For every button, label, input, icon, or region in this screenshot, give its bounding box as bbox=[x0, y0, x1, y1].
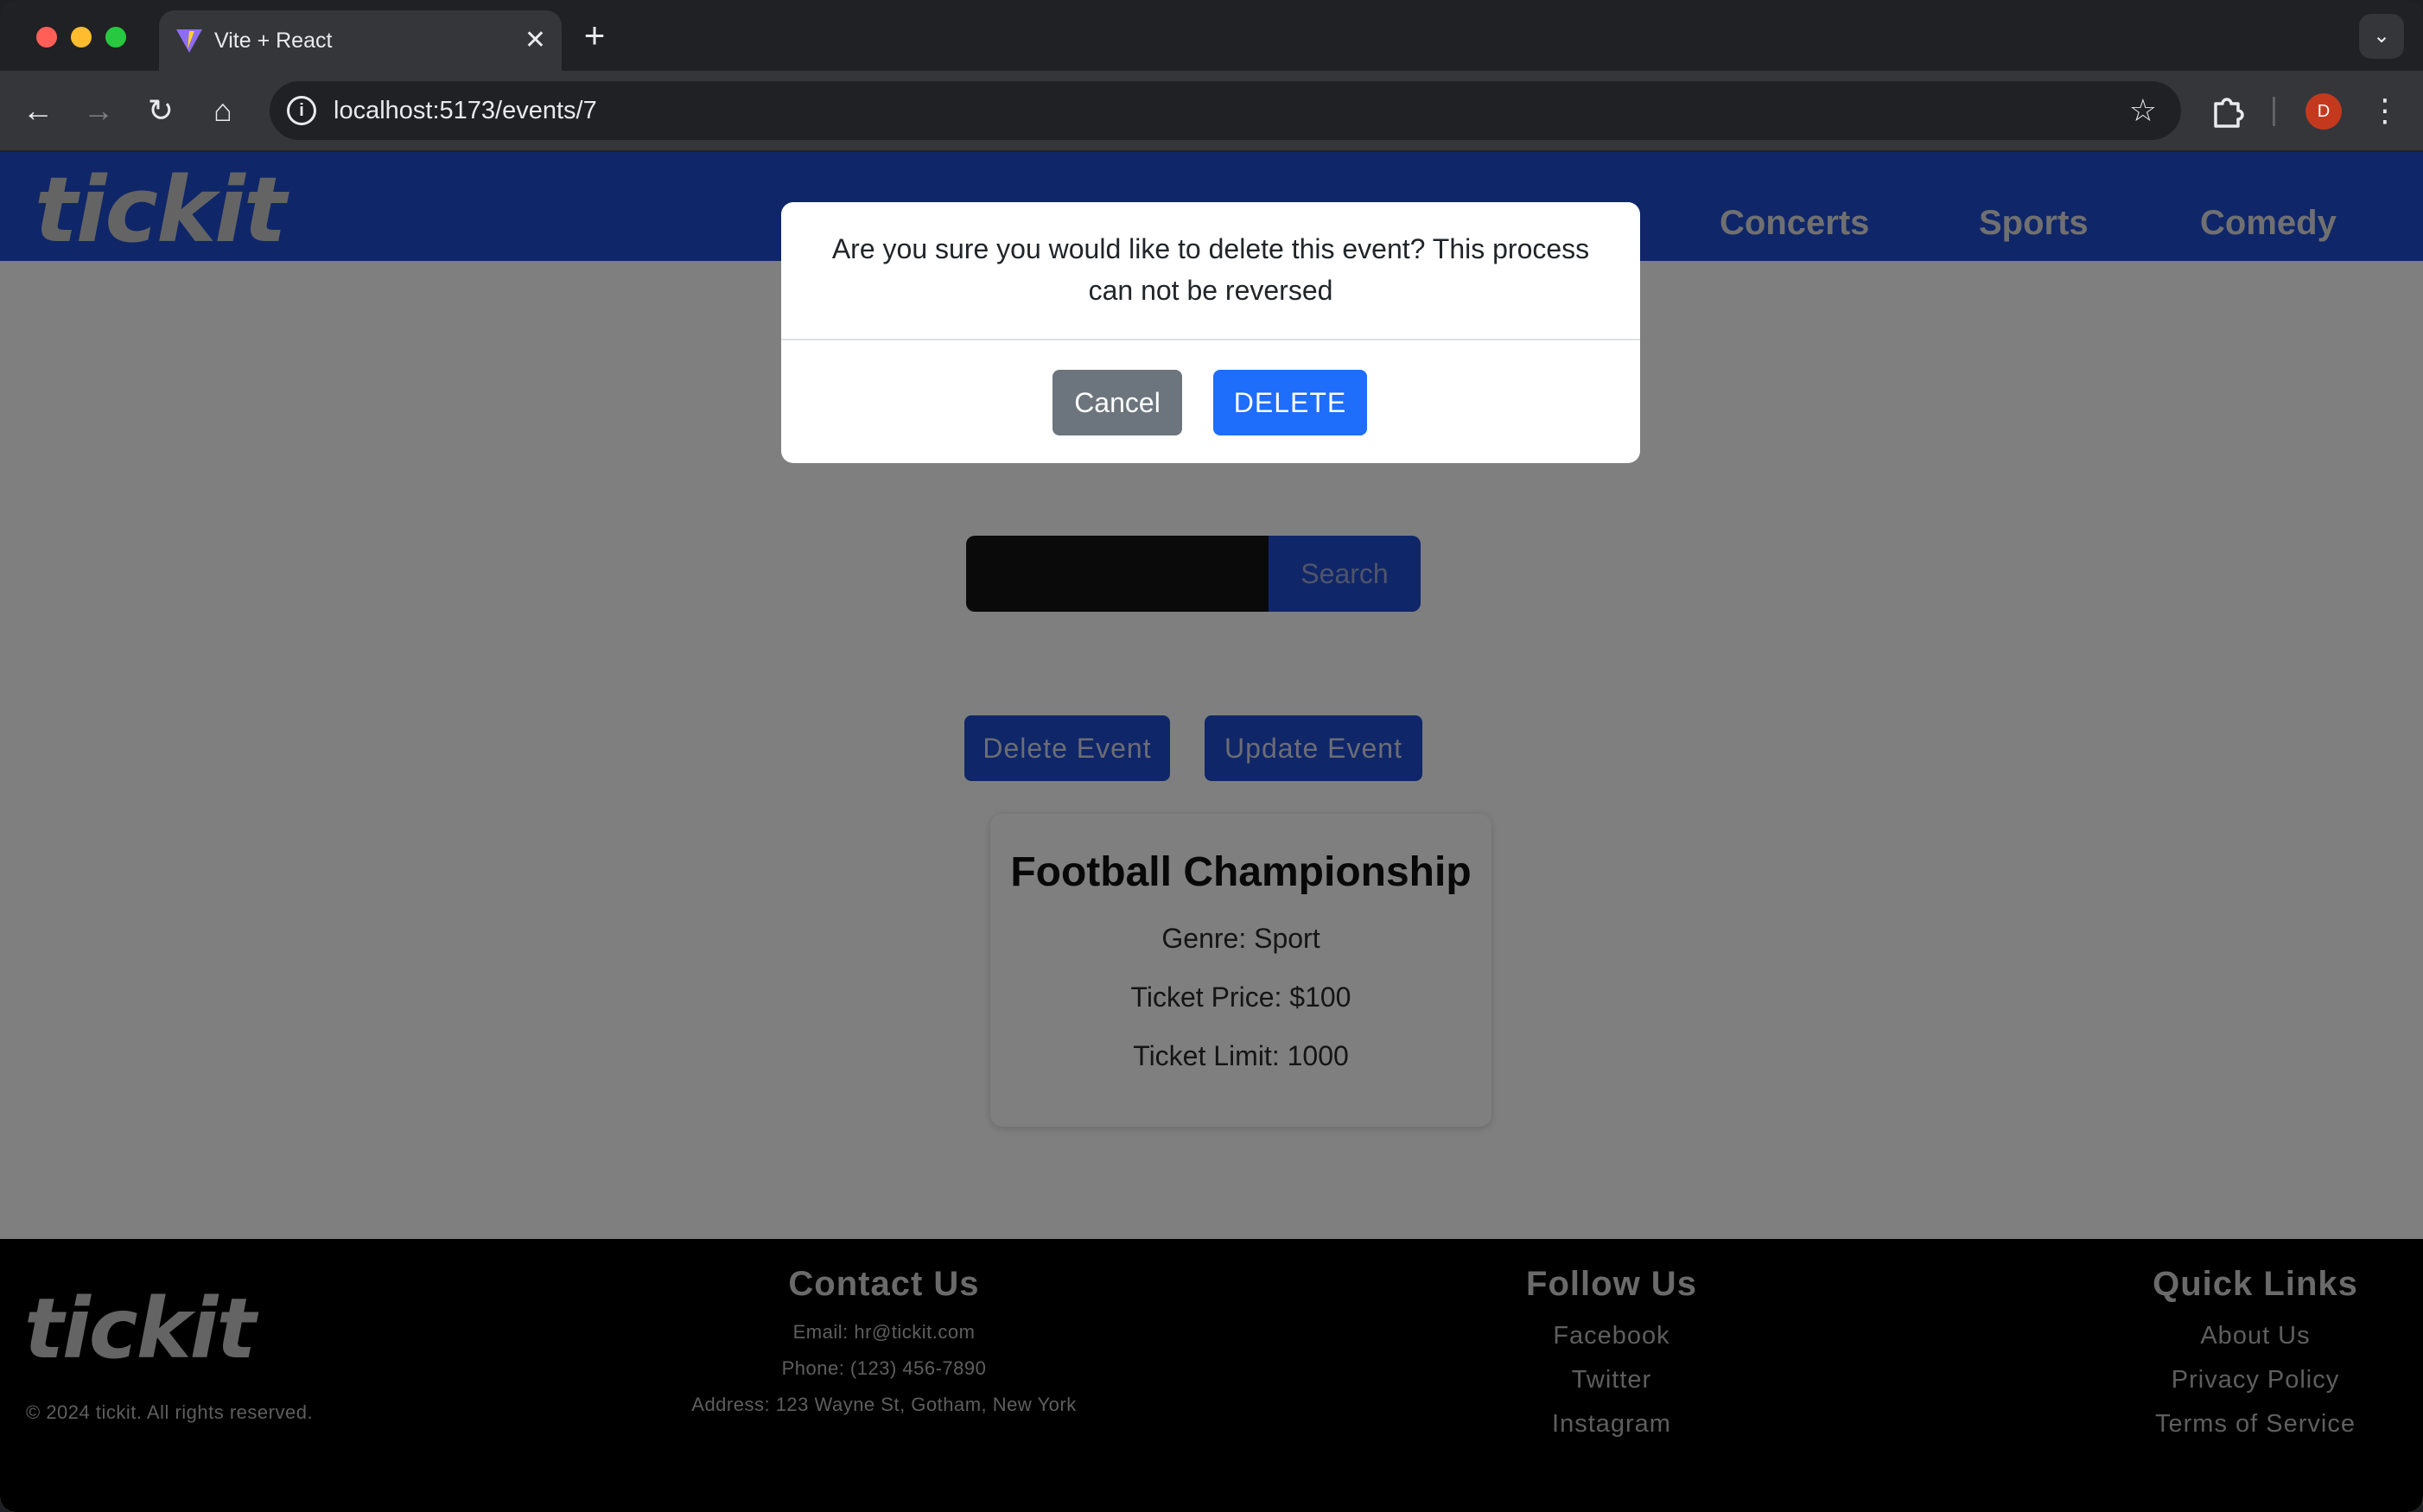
minimize-window-button[interactable] bbox=[71, 27, 92, 48]
browser-toolbar: ← → ↻ ⌂ i localhost:5173/events/7 ☆ D ⋮ bbox=[0, 71, 2423, 150]
reload-icon[interactable]: ↻ bbox=[138, 88, 183, 133]
confirm-delete-button[interactable]: DELETE bbox=[1213, 370, 1367, 435]
modal-body: Are you sure you would like to delete th… bbox=[781, 202, 1640, 340]
maximize-window-button[interactable] bbox=[105, 27, 126, 48]
close-tab-icon[interactable]: ✕ bbox=[525, 10, 546, 71]
toolbar-separator bbox=[2273, 97, 2275, 126]
modal-message: Are you sure you would like to delete th… bbox=[831, 233, 1590, 306]
site-info-icon[interactable]: i bbox=[287, 96, 316, 125]
browser-window: Vite + React ✕ + ⌄ ← → ↻ ⌂ i localhost:5… bbox=[0, 0, 2423, 1512]
tab-title: Vite + React bbox=[214, 29, 333, 53]
tab-search-chevron-icon[interactable]: ⌄ bbox=[2359, 14, 2404, 59]
more-menu-icon[interactable]: ⋮ bbox=[2368, 88, 2402, 133]
home-icon[interactable]: ⌂ bbox=[200, 88, 245, 133]
browser-tab[interactable]: Vite + React ✕ bbox=[159, 10, 562, 71]
address-bar[interactable]: i localhost:5173/events/7 ☆ bbox=[270, 81, 2181, 140]
page-viewport: tickit Concerts Sports Comedy Search Del… bbox=[0, 152, 2423, 1512]
close-window-button[interactable] bbox=[36, 27, 57, 48]
bookmark-star-icon[interactable]: ☆ bbox=[2129, 81, 2157, 140]
forward-arrow-icon[interactable]: → bbox=[76, 88, 121, 133]
vite-favicon-icon bbox=[176, 29, 202, 53]
back-arrow-icon[interactable]: ← bbox=[16, 88, 60, 133]
new-tab-icon[interactable]: + bbox=[574, 16, 615, 57]
cancel-button[interactable]: Cancel bbox=[1053, 370, 1182, 435]
tab-bar: Vite + React ✕ + ⌄ bbox=[0, 0, 2423, 71]
delete-confirm-modal: Are you sure you would like to delete th… bbox=[781, 202, 1640, 463]
extensions-puzzle-icon[interactable] bbox=[2205, 90, 2248, 133]
url-text[interactable]: localhost:5173/events/7 bbox=[334, 81, 597, 140]
profile-avatar[interactable]: D bbox=[2305, 93, 2342, 130]
